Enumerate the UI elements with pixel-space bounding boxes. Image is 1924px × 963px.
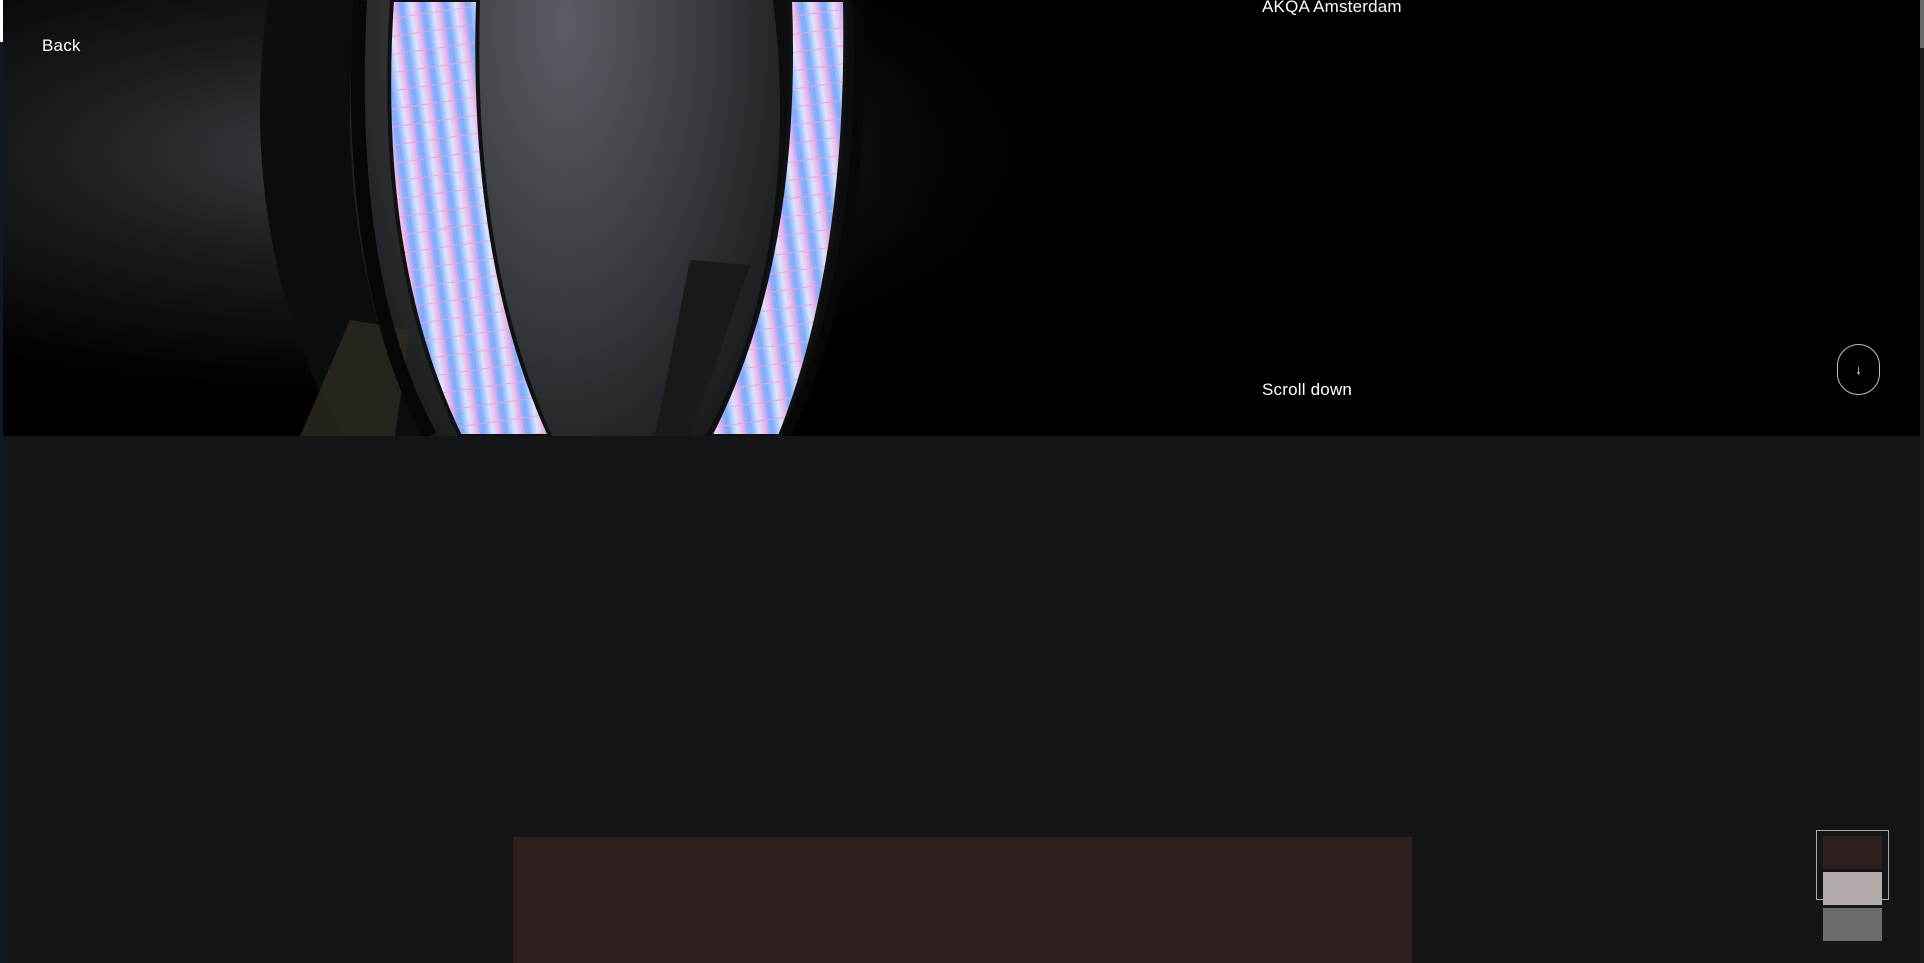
arrow-down-icon: ↓ [1855,362,1862,377]
scroll-down-button[interactable]: ↓ [1837,344,1880,395]
hero-image [0,0,1920,436]
scroll-progress-indicator [0,0,3,42]
scroll-progress-track [0,0,3,963]
scrollbar-thumb[interactable] [1920,0,1924,48]
scroll-down-label: Scroll down [1262,380,1353,399]
back-link[interactable]: Back [42,36,81,56]
scrollbar-track[interactable] [1920,0,1924,963]
project-page: Back AKQA Amsterdam Scroll down ↓ [0,0,1924,963]
content-image-block [513,837,1412,963]
agency-name: AKQA Amsterdam [1262,0,1402,16]
navigator-slide-3[interactable] [1823,908,1882,941]
navigator-viewport-frame[interactable] [1816,830,1889,900]
slide-navigator [1816,830,1889,941]
ring-sculpture-image [0,0,1920,436]
